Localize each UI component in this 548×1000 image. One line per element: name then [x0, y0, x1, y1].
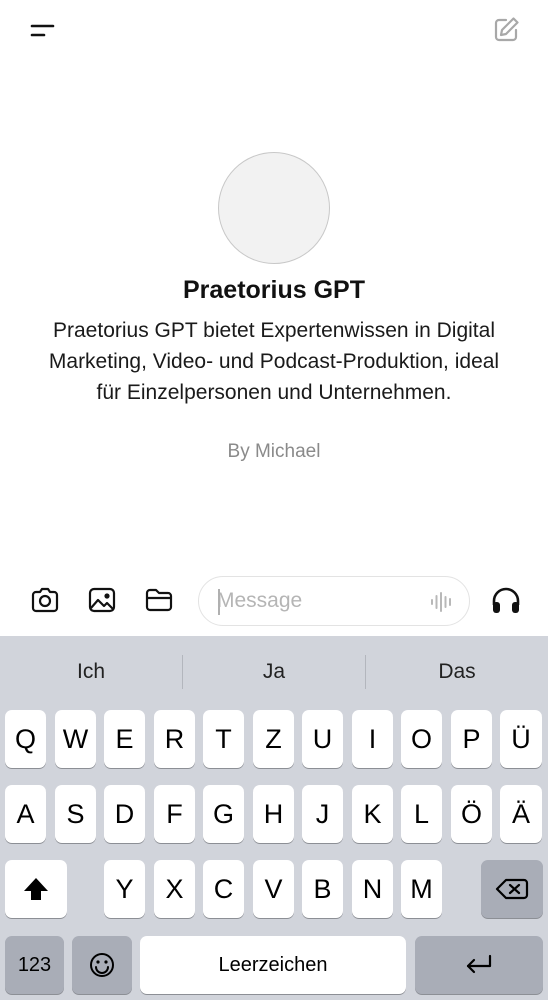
waveform-icon[interactable]	[429, 591, 455, 613]
key-q[interactable]: Q	[5, 710, 46, 768]
photo-icon	[88, 587, 116, 613]
shift-icon	[24, 878, 48, 900]
gpt-name: Praetorius GPT	[183, 276, 365, 304]
key-x[interactable]: X	[154, 860, 195, 918]
backspace-key[interactable]	[481, 860, 543, 918]
key-v[interactable]: V	[253, 860, 294, 918]
key-m[interactable]: M	[401, 860, 442, 918]
key-t[interactable]: T	[203, 710, 244, 768]
space-key[interactable]: Leerzeichen	[140, 936, 406, 994]
key-s[interactable]: S	[55, 785, 96, 843]
headphones-icon	[492, 587, 520, 613]
suggestion-3[interactable]: Das	[366, 651, 548, 693]
key-e[interactable]: E	[104, 710, 145, 768]
photo-button[interactable]	[84, 582, 120, 618]
suggestion-2[interactable]: Ja	[183, 651, 365, 693]
text-caret	[218, 589, 220, 615]
key-l[interactable]: L	[401, 785, 442, 843]
key-oe[interactable]: Ö	[451, 785, 492, 843]
voice-mode-button[interactable]	[488, 582, 524, 618]
camera-icon	[31, 587, 59, 613]
key-d[interactable]: D	[104, 785, 145, 843]
key-ue[interactable]: Ü	[500, 710, 542, 768]
key-p[interactable]: P	[451, 710, 492, 768]
key-a[interactable]: A	[5, 785, 46, 843]
key-w[interactable]: W	[55, 710, 96, 768]
shift-key[interactable]	[5, 860, 67, 918]
numbers-key[interactable]: 123	[5, 936, 64, 994]
key-u[interactable]: U	[302, 710, 343, 768]
key-c[interactable]: C	[203, 860, 244, 918]
key-f[interactable]: F	[154, 785, 195, 843]
camera-button[interactable]	[27, 582, 63, 618]
folder-icon	[145, 588, 173, 612]
emoji-icon	[90, 953, 114, 977]
key-n[interactable]: N	[352, 860, 393, 918]
folder-button[interactable]	[141, 582, 177, 618]
suggestion-1[interactable]: Ich	[0, 651, 182, 693]
new-chat-button[interactable]	[488, 12, 524, 48]
key-i[interactable]: I	[352, 710, 393, 768]
edit-icon	[494, 17, 519, 42]
key-y[interactable]: Y	[104, 860, 145, 918]
gpt-description: Praetorius GPT bietet Expertenwissen in …	[48, 319, 500, 404]
return-icon	[466, 954, 492, 974]
emoji-key[interactable]	[72, 936, 132, 994]
backspace-icon	[495, 878, 529, 900]
gpt-avatar	[218, 152, 330, 264]
key-j[interactable]: J	[302, 785, 343, 843]
gpt-author: By Michael	[227, 441, 321, 462]
key-z[interactable]: Z	[253, 710, 294, 768]
return-key[interactable]	[415, 936, 543, 994]
message-box[interactable]	[198, 576, 470, 626]
key-ae[interactable]: Ä	[500, 785, 542, 843]
key-b[interactable]: B	[302, 860, 343, 918]
key-g[interactable]: G	[203, 785, 244, 843]
key-o[interactable]: O	[401, 710, 442, 768]
key-r[interactable]: R	[154, 710, 195, 768]
menu-button[interactable]	[24, 14, 60, 46]
message-input[interactable]	[217, 587, 417, 615]
key-k[interactable]: K	[352, 785, 393, 843]
menu-icon	[30, 24, 55, 37]
key-h[interactable]: H	[253, 785, 294, 843]
